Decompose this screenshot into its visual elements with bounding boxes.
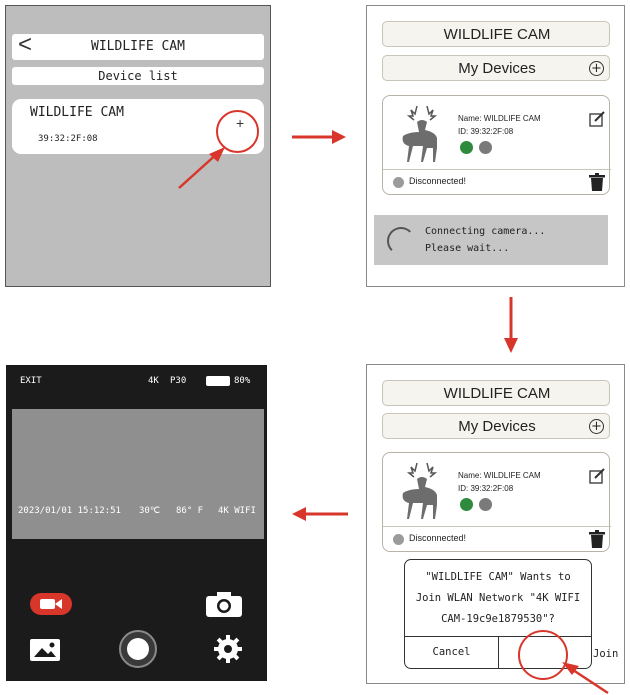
dialog-line-3: CAM-19c9e1879530"?	[441, 613, 555, 625]
trash-icon[interactable]	[589, 173, 605, 191]
edit-icon[interactable]	[589, 111, 605, 127]
device-name-line: Name: WILDLIFE CAM	[458, 114, 541, 123]
deer-icon	[402, 105, 438, 162]
live-preview: 2023/01/01 15:12:51 30℃ 86° F 4K WIFI	[12, 409, 264, 539]
connecting-text: Connecting camera...	[425, 226, 546, 237]
page-title: WILDLIFE CAM	[91, 39, 185, 54]
join-button[interactable]: Join	[593, 648, 618, 660]
device-card[interactable]: Name: WILDLIFE CAM ID: 39:32:2F:08 Disco…	[382, 95, 611, 195]
title-pill: WILDLIFE CAM	[382, 380, 610, 406]
plus-circle-icon[interactable]: +	[589, 419, 604, 434]
connecting-toast: Connecting camera... Please wait...	[374, 215, 608, 265]
resolution-label: 4K	[148, 376, 159, 386]
spinner-icon	[387, 227, 415, 255]
flow-arrow-left	[292, 507, 348, 521]
record-icon[interactable]	[30, 591, 72, 617]
camera-icon[interactable]	[206, 591, 242, 617]
flow-arrow-down	[504, 297, 518, 353]
my-devices-bar: My Devices +	[382, 55, 610, 81]
wait-text: Please wait...	[425, 243, 510, 254]
app-title: WILDLIFE CAM	[443, 26, 551, 43]
device-id-line: ID: 39:32:2F:08	[458, 127, 514, 136]
device-card[interactable]: Name: WILDLIFE CAM ID: 39:32:2F:08 Disco…	[382, 452, 611, 552]
connection-status: Disconnected!	[409, 533, 467, 543]
device-list-label: Device list	[98, 69, 178, 83]
gear-icon[interactable]	[214, 635, 242, 663]
overlay-temp-f: 86° F	[176, 506, 204, 516]
my-devices-label: My Devices	[458, 418, 536, 435]
device-list-header: Device list	[12, 67, 264, 85]
deer-icon	[402, 462, 438, 519]
dialog-line-2: Join WLAN Network "4K WIFI	[415, 592, 581, 604]
pointer-arrow	[562, 662, 609, 695]
battery-level: 80%	[234, 376, 251, 386]
my-devices-label: My Devices	[458, 60, 536, 77]
overlay-date: 2023/01/01 15:12:51	[18, 506, 121, 516]
panel-device-list: < WILDLIFE CAM Device list WILDLIFE CAM …	[5, 5, 271, 287]
cancel-button[interactable]: Cancel	[405, 646, 498, 658]
panel-live-view: EXIT 4K P30 80% 2023/01/01 15:12:51 30℃ …	[6, 365, 267, 681]
trash-icon[interactable]	[589, 530, 605, 548]
card-divider	[383, 169, 611, 170]
fps-label: P30	[170, 376, 187, 386]
exit-button[interactable]: EXIT	[20, 376, 42, 386]
gallery-icon[interactable]	[30, 639, 60, 661]
title-pill: WILDLIFE CAM	[382, 21, 610, 47]
device-name: WILDLIFE CAM	[30, 105, 124, 120]
wifi-icon	[479, 141, 492, 154]
my-devices-bar: My Devices +	[382, 413, 610, 439]
wifi-icon	[479, 498, 492, 511]
panel-join-network: WILDLIFE CAM My Devices + Name: WILDLIFE…	[366, 364, 625, 684]
overlay-temp-c: 30℃	[139, 506, 160, 516]
app-title: WILDLIFE CAM	[443, 385, 551, 402]
shutter-icon[interactable]	[119, 630, 157, 668]
plus-circle-icon[interactable]: +	[589, 61, 604, 76]
title-bar: < WILDLIFE CAM	[12, 31, 264, 60]
battery-icon	[206, 376, 230, 386]
panel-connecting: WILDLIFE CAM My Devices + Name: WILDLIFE…	[366, 5, 625, 287]
overlay-ssid: 4K WIFI	[218, 506, 256, 516]
check-circle-icon	[393, 534, 404, 545]
bluetooth-icon	[460, 498, 473, 511]
flow-arrow-right	[292, 130, 346, 144]
dialog-button-divider	[498, 636, 499, 668]
device-name-line: Name: WILDLIFE CAM	[458, 471, 541, 480]
check-circle-icon	[393, 177, 404, 188]
bluetooth-icon	[460, 141, 473, 154]
dialog-line-1: "WILDLIFE CAM" Wants to	[425, 571, 571, 583]
device-id: 39:32:2F:08	[38, 134, 98, 144]
pointer-arrow	[178, 147, 225, 189]
edit-icon[interactable]	[589, 468, 605, 484]
card-divider	[383, 526, 611, 527]
device-id-line: ID: 39:32:2F:08	[458, 484, 514, 493]
connection-status: Disconnected!	[409, 176, 467, 186]
